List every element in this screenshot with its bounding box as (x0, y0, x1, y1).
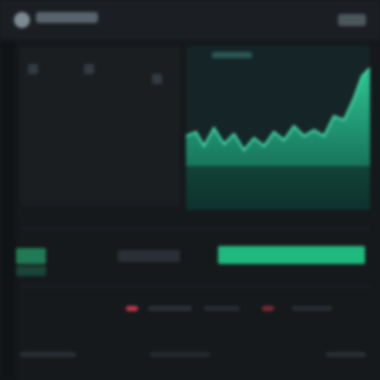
sidebar (0, 40, 16, 380)
row-bar-placeholder-3 (292, 306, 332, 311)
chart-shadow-band (186, 166, 370, 210)
progress-bar-fill (218, 246, 365, 264)
divider-1 (20, 228, 370, 229)
menu-button[interactable] (338, 14, 366, 26)
footer-bar-2 (150, 352, 210, 357)
negative-indicator-2 (262, 306, 274, 311)
status-chip-secondary (16, 266, 46, 276)
row-label-placeholder (118, 250, 180, 262)
chart-card (186, 46, 370, 210)
divider-2 (20, 286, 370, 287)
negative-indicator (126, 306, 138, 311)
top-bar (0, 0, 380, 40)
row-bar-placeholder-2 (204, 306, 240, 311)
footer-bar-1 (20, 352, 76, 357)
left-panel (20, 46, 180, 206)
area-chart (186, 67, 370, 210)
dashboard-app (0, 0, 380, 380)
logo-icon[interactable] (14, 12, 30, 28)
status-chip (16, 248, 46, 264)
row-bar-placeholder-1 (148, 306, 192, 311)
panel-tile-1[interactable] (28, 64, 38, 74)
brand-name-placeholder (36, 12, 98, 23)
panel-tile-2[interactable] (84, 64, 94, 74)
footer-bar-3 (326, 352, 366, 357)
panel-tile-3[interactable] (152, 74, 162, 84)
